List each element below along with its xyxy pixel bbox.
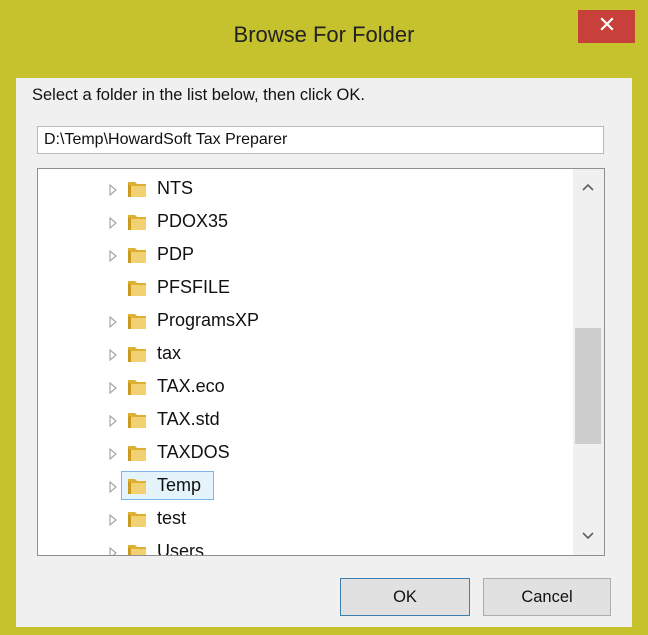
folder-item-label: PDOX35 bbox=[157, 211, 229, 231]
folder-path-field[interactable]: D:\Temp\HowardSoft Tax Preparer bbox=[37, 126, 604, 154]
chevron-down-icon bbox=[581, 528, 595, 546]
close-icon bbox=[599, 16, 615, 37]
folder-item[interactable]: PFSFILE bbox=[38, 273, 568, 303]
folder-item[interactable]: TAX.eco bbox=[38, 372, 568, 402]
ok-button[interactable]: OK bbox=[340, 578, 470, 616]
folder-icon bbox=[126, 277, 148, 299]
folder-icon bbox=[126, 376, 148, 398]
folder-item-label: Users bbox=[157, 541, 205, 556]
expand-arrow-icon[interactable] bbox=[108, 348, 118, 362]
expand-arrow-icon[interactable] bbox=[108, 315, 118, 329]
expand-arrow-icon[interactable] bbox=[108, 183, 118, 197]
browse-for-folder-window: Browse For Folder Select a folder in the… bbox=[0, 0, 648, 635]
expand-arrow-icon[interactable] bbox=[108, 513, 118, 527]
expand-arrow-icon[interactable] bbox=[108, 414, 118, 428]
folder-item-label: tax bbox=[157, 343, 182, 363]
folder-icon bbox=[126, 442, 148, 464]
expand-arrow-icon[interactable] bbox=[108, 447, 118, 461]
expand-arrow-icon[interactable] bbox=[108, 480, 118, 494]
chevron-up-icon bbox=[581, 179, 595, 197]
title-bar[interactable]: Browse For Folder bbox=[0, 0, 648, 78]
folder-icon bbox=[126, 475, 148, 497]
folder-icon bbox=[126, 343, 148, 365]
expand-arrow-icon[interactable] bbox=[108, 381, 118, 395]
folder-item[interactable]: tax bbox=[38, 339, 568, 369]
folder-item[interactable]: Temp bbox=[38, 471, 568, 501]
folder-item-label: Temp bbox=[157, 475, 202, 495]
vertical-scrollbar[interactable] bbox=[573, 169, 604, 555]
folder-item[interactable]: Users bbox=[38, 537, 568, 556]
folder-item-label: test bbox=[157, 508, 187, 528]
window-title: Browse For Folder bbox=[233, 22, 415, 47]
folder-item-label: TAX.std bbox=[157, 409, 220, 429]
folder-tree[interactable]: NTS PDOX35 PDP PFSFILE ProgramsXP tax TAX.eco T… bbox=[37, 168, 605, 556]
folder-item-label: PFSFILE bbox=[157, 277, 231, 297]
instruction-text: Select a folder in the list below, then … bbox=[32, 86, 365, 104]
folder-item[interactable]: TAX.std bbox=[38, 405, 568, 435]
folder-item-label: TAX.eco bbox=[157, 376, 225, 396]
folder-item[interactable]: TAXDOS bbox=[38, 438, 568, 468]
folder-item-label: NTS bbox=[157, 178, 193, 198]
folder-icon bbox=[126, 211, 148, 233]
scroll-thumb[interactable] bbox=[575, 328, 601, 444]
expand-arrow-icon[interactable] bbox=[108, 249, 118, 263]
close-button[interactable] bbox=[578, 10, 635, 43]
folder-icon bbox=[126, 244, 148, 266]
folder-icon bbox=[126, 409, 148, 431]
folder-icon bbox=[126, 310, 148, 332]
scroll-up-button[interactable] bbox=[575, 175, 601, 201]
folder-item-label: PDP bbox=[157, 244, 195, 264]
expand-arrow-icon[interactable] bbox=[108, 216, 118, 230]
folder-icon bbox=[126, 541, 148, 555]
folder-item[interactable]: PDOX35 bbox=[38, 207, 568, 237]
scroll-down-button[interactable] bbox=[575, 524, 601, 550]
folder-item-label: ProgramsXP bbox=[157, 310, 260, 330]
folder-icon bbox=[126, 178, 148, 200]
expand-arrow-icon[interactable] bbox=[108, 546, 118, 555]
folder-item[interactable]: ProgramsXP bbox=[38, 306, 568, 336]
cancel-button[interactable]: Cancel bbox=[483, 578, 611, 616]
folder-item[interactable]: PDP bbox=[38, 240, 568, 270]
folder-item-label: TAXDOS bbox=[157, 442, 230, 462]
folder-item[interactable]: test bbox=[38, 504, 568, 534]
folder-item[interactable]: NTS bbox=[38, 174, 568, 204]
folder-icon bbox=[126, 508, 148, 530]
